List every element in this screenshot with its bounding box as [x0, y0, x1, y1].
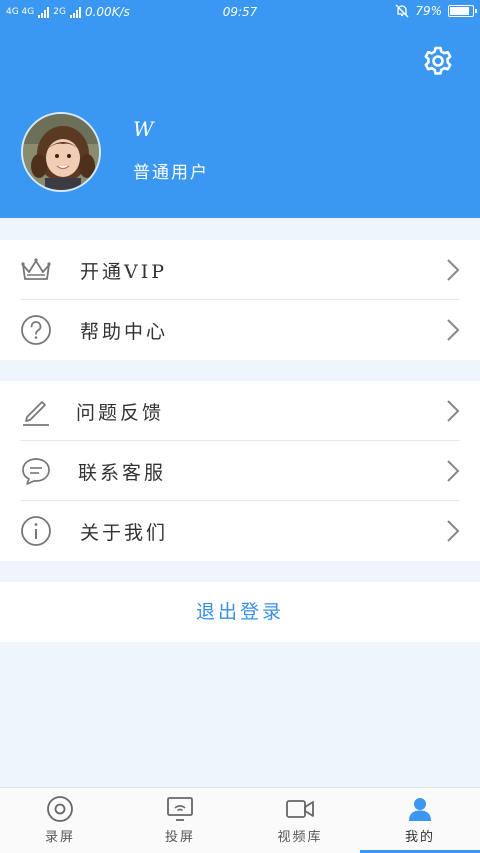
avatar[interactable] [21, 112, 101, 192]
logout-label: 退出登录 [195, 601, 284, 623]
menu-item-label: 关于我们 [80, 522, 169, 544]
tab-label: 录屏 [44, 830, 75, 845]
menu-item-feedback[interactable]: 问题反馈 [0, 381, 480, 441]
chevron-right-icon [447, 460, 460, 482]
cast-icon [167, 797, 193, 821]
logout-button[interactable]: 退出登录 [0, 582, 480, 642]
chat-bubble-icon [22, 458, 50, 485]
menu-item-contact-service[interactable]: 联系客服 [0, 441, 480, 501]
tab-label: 视频库 [277, 830, 323, 845]
profile-header: 4G 4G 2G 0.00K/s 09:57 79% W 普通用户 [0, 0, 480, 218]
tab-mine[interactable]: 我的 [360, 788, 480, 853]
user-name: W [133, 117, 154, 141]
tab-record-screen[interactable]: 录屏 [0, 788, 120, 853]
tab-label: 投屏 [164, 830, 195, 845]
menu-item-label: 联系客服 [78, 462, 167, 484]
user-type: 普通用户 [133, 163, 209, 183]
tab-video-library[interactable]: 视频库 [240, 788, 360, 853]
question-circle-icon [21, 315, 51, 345]
menu-item-vip[interactable]: 开通VIP [0, 240, 480, 300]
menu-item-label: 帮助中心 [80, 321, 169, 343]
menu-item-help-center[interactable]: 帮助中心 [0, 300, 480, 360]
user-icon [409, 798, 431, 821]
chevron-right-icon [447, 520, 460, 542]
crown-icon [21, 258, 51, 280]
tab-cast-screen[interactable]: 投屏 [120, 788, 240, 853]
record-icon [47, 796, 73, 822]
bell-muted-icon [395, 4, 409, 18]
battery-percent: 79% [415, 4, 442, 18]
menu-item-label: 问题反馈 [76, 402, 165, 424]
menu-item-label: 开通VIP [80, 261, 168, 283]
settings-gear-icon[interactable] [422, 45, 454, 77]
chevron-right-icon [447, 319, 460, 341]
bottom-tab-bar: 录屏 投屏 视频库 我的 [0, 787, 480, 853]
menu-item-about-us[interactable]: 关于我们 [0, 501, 480, 561]
tab-label: 我的 [404, 830, 435, 845]
pencil-icon [23, 401, 49, 426]
status-bar: 4G 4G 2G 0.00K/s 09:57 79% [0, 0, 480, 24]
battery-icon [448, 5, 477, 17]
menu-group-support: 问题反馈 联系客服 关于我们 [0, 381, 480, 561]
chevron-right-icon [447, 400, 460, 422]
video-camera-icon [286, 800, 314, 818]
menu-group-vip-help: 开通VIP 帮助中心 [0, 240, 480, 360]
chevron-right-icon [447, 259, 460, 281]
info-circle-icon [21, 516, 51, 546]
